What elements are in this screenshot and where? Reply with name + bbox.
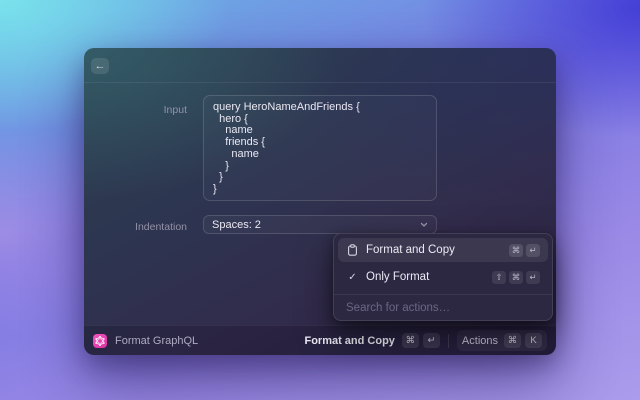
enter-key-badge: ↵ bbox=[422, 333, 440, 348]
action-item-shortcut: ⇧ ⌘ ↵ bbox=[492, 270, 540, 284]
enter-key-badge: ↵ bbox=[526, 243, 540, 257]
actions-search-input[interactable] bbox=[346, 302, 540, 314]
primary-action-label[interactable]: Format and Copy bbox=[304, 335, 394, 347]
indentation-dropdown[interactable]: Spaces: 2 bbox=[203, 215, 437, 234]
primary-action-shortcut: ⌘ ↵ bbox=[401, 333, 440, 348]
status-bar: Format GraphQL Format and Copy ⌘ ↵ Actio… bbox=[84, 325, 556, 355]
actions-search bbox=[334, 295, 552, 321]
back-button[interactable]: ← bbox=[91, 58, 109, 74]
cmd-key-badge: ⌘ bbox=[509, 243, 523, 257]
app-name: Format GraphQL bbox=[115, 334, 199, 347]
actions-panel: Format and Copy ⌘ ↵ ✓ Only Format ⇧ ⌘ ↵ bbox=[333, 233, 553, 321]
k-key-badge: K bbox=[525, 333, 542, 348]
clipboard-icon bbox=[346, 244, 359, 256]
chevron-down-icon bbox=[420, 222, 428, 228]
statusbar-divider bbox=[447, 333, 449, 348]
cmd-key-badge: ⌘ bbox=[509, 270, 523, 284]
input-textarea[interactable]: query HeroNameAndFriends { hero { name f… bbox=[203, 95, 437, 201]
actions-shortcut: ⌘ K bbox=[504, 333, 542, 348]
action-item-label: Format and Copy bbox=[366, 244, 455, 256]
back-arrow-icon: ← bbox=[94, 60, 106, 72]
check-icon: ✓ bbox=[348, 271, 357, 283]
actions-button-label: Actions bbox=[461, 334, 498, 347]
cmd-key-badge: ⌘ bbox=[401, 333, 419, 348]
indentation-field-label: Indentation bbox=[135, 221, 187, 233]
actions-panel-list: Format and Copy ⌘ ↵ ✓ Only Format ⇧ ⌘ ↵ bbox=[334, 234, 552, 289]
action-item-label: Only Format bbox=[366, 271, 430, 283]
action-item-only-format[interactable]: ✓ Only Format ⇧ ⌘ ↵ bbox=[338, 265, 548, 289]
format-graphql-extension-icon bbox=[93, 333, 107, 348]
window-header: ← bbox=[84, 48, 556, 83]
screen: ← Input query HeroNameAndFriends { hero … bbox=[0, 0, 640, 400]
input-field-label: Input bbox=[163, 104, 187, 116]
cmd-key-badge: ⌘ bbox=[504, 333, 521, 348]
actions-button[interactable]: Actions ⌘ K bbox=[456, 330, 547, 351]
enter-key-badge: ↵ bbox=[526, 270, 540, 284]
action-item-format-and-copy[interactable]: Format and Copy ⌘ ↵ bbox=[338, 238, 548, 262]
action-item-shortcut: ⌘ ↵ bbox=[509, 243, 540, 257]
indentation-selected-value: Spaces: 2 bbox=[212, 218, 261, 231]
shift-key-badge: ⇧ bbox=[492, 270, 506, 284]
